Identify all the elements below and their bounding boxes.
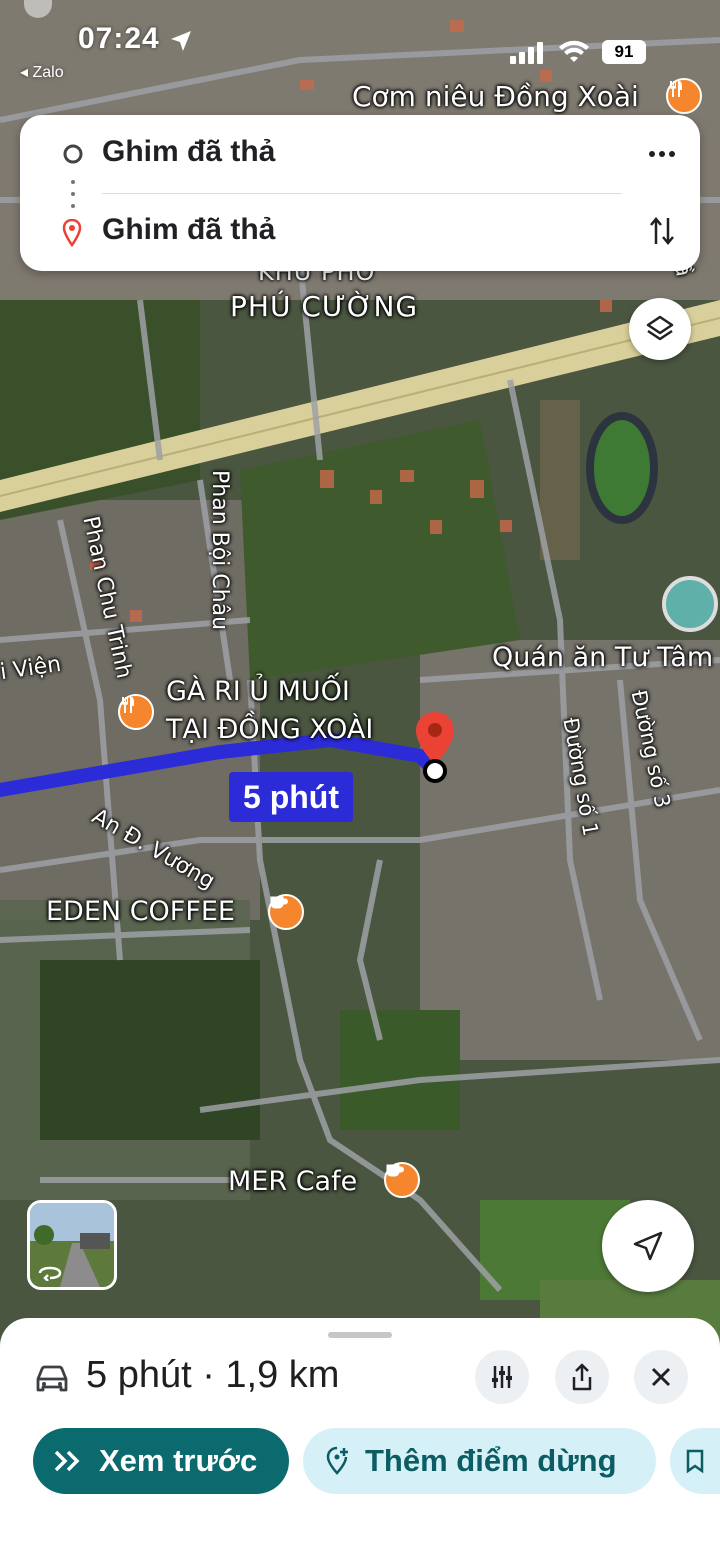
restaurant-icon[interactable] (118, 694, 154, 730)
route-dots-icon (71, 180, 75, 208)
layers-icon[interactable] (629, 298, 691, 360)
signal-icon (510, 42, 543, 64)
poi-label-mer[interactable]: MER Cafe (228, 1166, 357, 1197)
swap-icon[interactable] (644, 211, 680, 251)
origin-circle-icon (63, 144, 83, 164)
app-indicator-icon (24, 0, 52, 18)
poi-label-ga-ri-line1[interactable]: GÀ RI Ủ MUỐI (166, 676, 350, 707)
route-time-badge[interactable]: 5 phút (229, 772, 353, 822)
trip-bottom-sheet: 5 phút · 1,9 km Xem trước Thêm điểm dừng (0, 1318, 720, 1564)
car-icon (36, 1365, 68, 1392)
share-icon[interactable] (555, 1350, 609, 1404)
cafe-icon[interactable] (268, 894, 304, 930)
trip-summary: 5 phút · 1,9 km (86, 1354, 340, 1396)
back-app-label: Zalo (32, 64, 64, 81)
add-location-icon (326, 1446, 348, 1475)
save-button[interactable] (670, 1428, 720, 1494)
cafe-icon[interactable] (384, 1162, 420, 1198)
navigate-icon[interactable] (602, 1200, 694, 1292)
drag-handle[interactable] (328, 1332, 392, 1338)
area-label-phu-cuong: PHÚ CƯỜNG (230, 290, 419, 323)
preview-button[interactable]: Xem trước (33, 1428, 289, 1494)
status-time: 07:24 (78, 22, 160, 55)
add-stop-label: Thêm điểm dừng (365, 1443, 617, 1478)
poi-label-eden[interactable]: EDEN COFFEE (46, 896, 235, 927)
status-bar: 07:24 ◂ Zalo 91 (0, 0, 720, 90)
poi-label-quan-an[interactable]: Quán ăn Tư Tâm (492, 642, 713, 673)
origin-field[interactable]: Ghim đã thả (102, 135, 275, 169)
street-view-thumbnail[interactable] (27, 1200, 117, 1290)
battery-indicator: 91 (602, 40, 646, 64)
divider (102, 193, 622, 194)
add-stop-button[interactable]: Thêm điểm dừng (303, 1428, 656, 1494)
more-icon[interactable] (642, 137, 682, 171)
destination-field[interactable]: Ghim đã thả (102, 213, 275, 247)
preview-label: Xem trước (99, 1443, 258, 1478)
back-to-app-link[interactable]: ◂ Zalo (20, 62, 64, 82)
bookmark-icon (686, 1449, 704, 1474)
rotate-360-icon (38, 1266, 62, 1281)
close-icon[interactable] (634, 1350, 688, 1404)
wifi-icon (559, 40, 589, 62)
directions-card: Ghim đã thả Ghim đã thả (20, 115, 700, 271)
location-arrow-icon (171, 31, 191, 51)
street-label-phan-boi-chau: Phan Bội Châu (207, 470, 232, 631)
filter-icon[interactable] (475, 1350, 529, 1404)
poi-label-ga-ri-line2[interactable]: TẠI ĐỒNG XOÀI (166, 714, 373, 745)
destination-pin-icon (62, 219, 82, 247)
double-chevron-icon (54, 1450, 80, 1472)
